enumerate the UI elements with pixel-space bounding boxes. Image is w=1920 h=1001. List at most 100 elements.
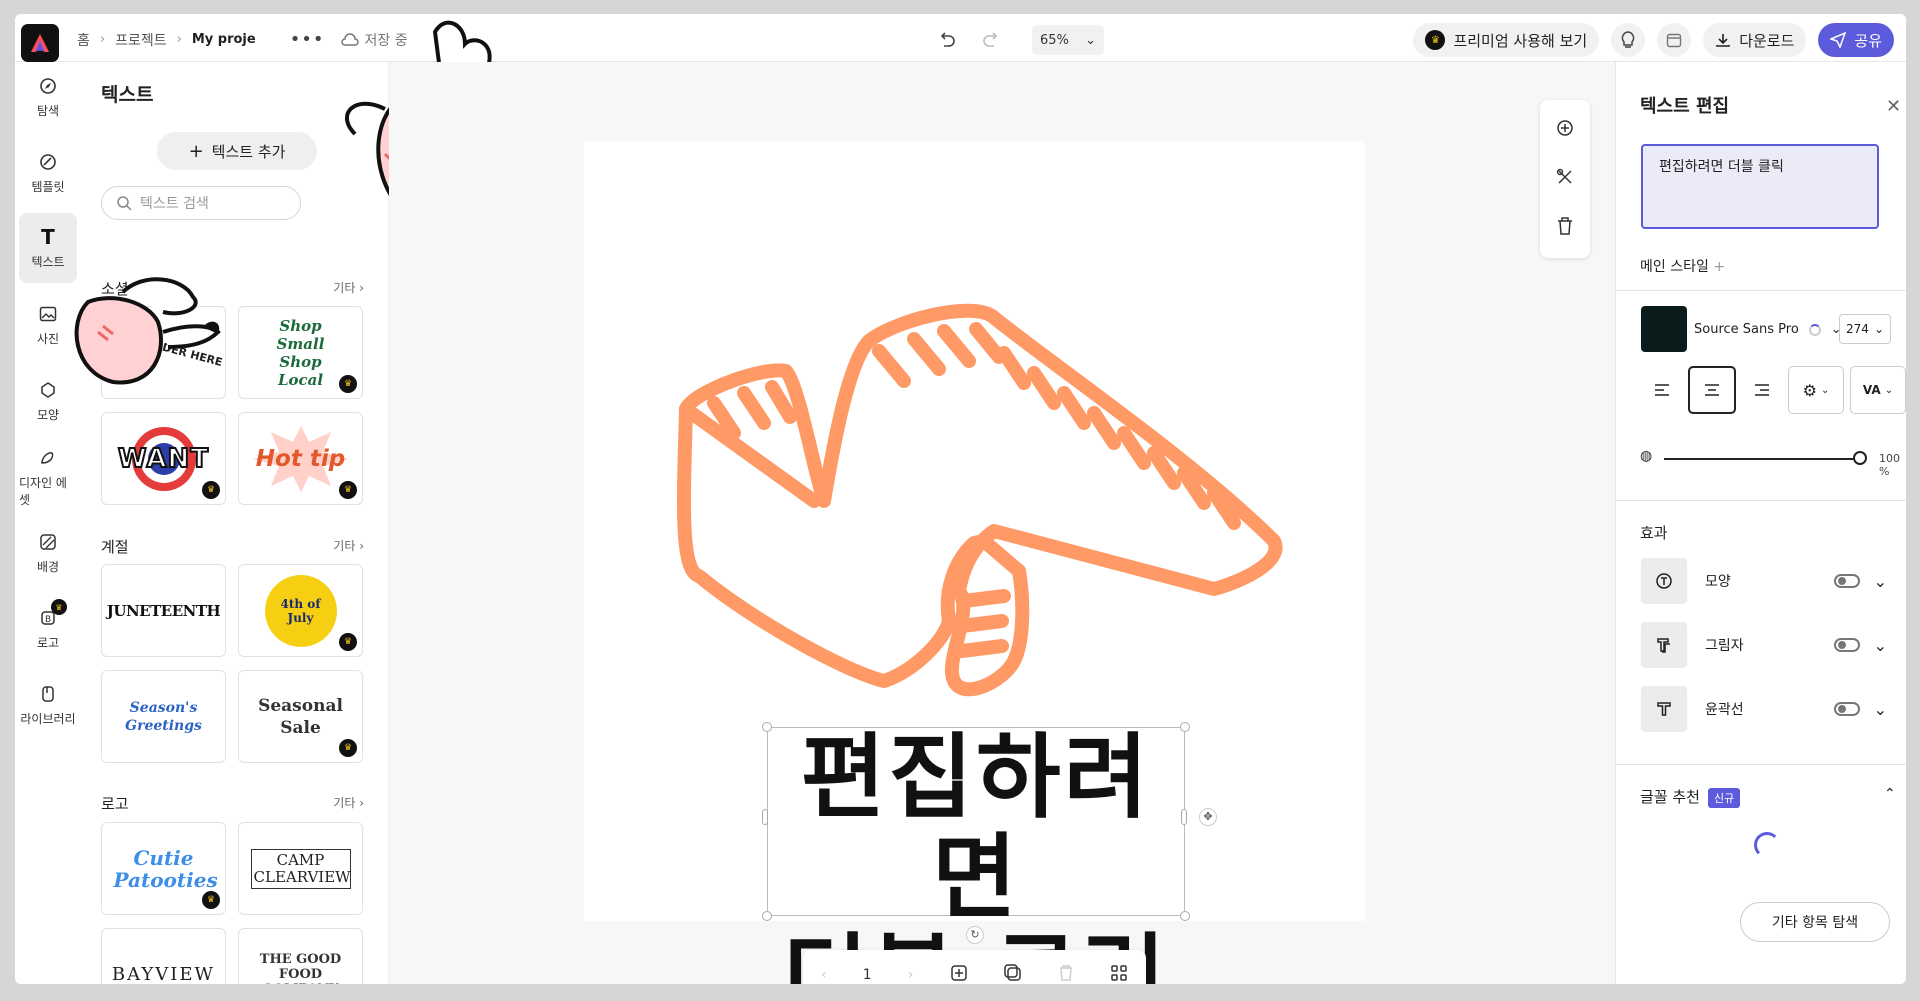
canvas-text-element[interactable]: 편집하려면 더블 클릭: [767, 728, 1185, 985]
breadcrumb-home[interactable]: 홈: [77, 30, 90, 50]
try-premium-button[interactable]: ♛ 프리미엄 사용해 보기: [1413, 23, 1600, 57]
top-bar: 홈 › 프로젝트 › My proje ••• 저장 중 65% ⌄ ♛ 프리미…: [15, 14, 1906, 62]
section-more-link[interactable]: 기타 ›: [333, 794, 364, 811]
duplicate-page-icon[interactable]: [1003, 964, 1022, 984]
redo-icon[interactable]: [978, 27, 1004, 53]
chevron-down-icon: ⌄: [1884, 384, 1894, 396]
effect-row-outline[interactable]: 윤곽선 ⌄: [1641, 686, 1887, 732]
align-right-button[interactable]: [1738, 366, 1786, 414]
text-template-tile[interactable]: JUNETEENTH: [101, 564, 226, 657]
left-rail: 탐색 템플릿 T 텍스트 사진 모양 디자인 에셋 배경 B ♛ 로고 라이브러…: [15, 62, 79, 984]
shape-toggle[interactable]: [1833, 574, 1860, 588]
text-template-tile[interactable]: BAYVIEW ♛: [101, 928, 226, 984]
rail-item-templates[interactable]: 템플릿: [19, 138, 77, 208]
move-handle-icon[interactable]: ✥: [1199, 808, 1217, 826]
breadcrumb-project-name[interactable]: My proje: [192, 32, 256, 47]
crown-icon: ♛: [202, 481, 220, 499]
section-more-link[interactable]: 기타 ›: [333, 279, 364, 296]
font-family-select[interactable]: Source Sans Pro ⌄: [1694, 322, 1842, 337]
outline-toggle[interactable]: [1833, 702, 1860, 716]
rail-item-background[interactable]: 배경: [19, 518, 77, 588]
text-template-tile[interactable]: Season's Greetings: [101, 670, 226, 763]
prev-page-icon[interactable]: ‹: [821, 967, 827, 983]
adobe-express-logo[interactable]: [21, 24, 59, 62]
chevron-down-icon[interactable]: ⌄: [1874, 700, 1887, 719]
rail-item-library[interactable]: 라이브러리: [19, 670, 77, 740]
text-template-tile[interactable]: THE GOOD FOOD COMPANY: [238, 928, 363, 984]
next-page-icon[interactable]: ›: [908, 967, 914, 983]
share-button[interactable]: 공유: [1818, 23, 1894, 57]
opacity-icon: ◍: [1640, 448, 1653, 464]
opacity-value[interactable]: 100 %: [1879, 452, 1906, 478]
align-center-button[interactable]: [1688, 366, 1736, 414]
crown-icon: ♛: [202, 891, 220, 909]
plus-icon: +: [1713, 259, 1726, 275]
text-shape-icon: [1641, 558, 1687, 604]
loading-icon: [1808, 323, 1821, 336]
crown-icon: ♛: [339, 481, 357, 499]
effects-title: 효과: [1640, 524, 1668, 542]
stairs-graphic[interactable]: [584, 141, 1365, 701]
text-template-tile[interactable]: Shop Small Shop Local ♛: [238, 306, 363, 399]
chevron-down-icon: ⌄: [1085, 32, 1096, 48]
text-outline-icon: [1641, 686, 1687, 732]
text-shadow-icon: [1641, 622, 1687, 668]
text-style-dropdown[interactable]: ⚙ ⌄: [1788, 366, 1844, 414]
plus-icon: +: [188, 140, 204, 162]
opacity-slider-knob[interactable]: [1853, 451, 1867, 465]
font-size-select[interactable]: 274 ⌄: [1839, 314, 1891, 344]
download-button[interactable]: 다운로드: [1703, 23, 1807, 57]
loading-spinner: [1754, 832, 1780, 858]
text-content-field[interactable]: 편집하려면 더블 클릭: [1641, 144, 1879, 229]
text-template-tile[interactable]: Hot tip ♛: [238, 412, 363, 505]
text-template-tile[interactable]: CAMP CLEARVIEW: [238, 822, 363, 915]
chevron-down-icon[interactable]: ⌄: [1874, 636, 1887, 655]
text-template-tile[interactable]: WANT ♛: [101, 412, 226, 505]
shadow-toggle[interactable]: [1833, 638, 1860, 652]
chevron-down-icon[interactable]: ⌄: [1874, 572, 1887, 591]
trash-icon[interactable]: [1556, 216, 1574, 240]
duplicate-icon[interactable]: [1555, 118, 1575, 142]
text-icon: T: [41, 225, 55, 249]
text-template-tile[interactable]: Seasonal Sale ♛: [238, 670, 363, 763]
text-template-tile[interactable]: 4th of July ♛: [238, 564, 363, 657]
main-style-label[interactable]: 메인 스타일 +: [1640, 256, 1725, 276]
delete-page-icon[interactable]: [1058, 964, 1074, 984]
grid-view-icon[interactable]: [1110, 964, 1128, 984]
rail-item-logo[interactable]: B ♛ 로고: [19, 594, 77, 664]
arrange-icon[interactable]: [1555, 167, 1575, 191]
chevron-up-icon[interactable]: ⌃: [1884, 786, 1896, 802]
calendar-icon[interactable]: [1657, 23, 1692, 57]
history-zoom-group: 65% ⌄: [934, 25, 1104, 55]
align-right-icon: [1755, 384, 1769, 396]
crown-icon: ♛: [51, 599, 67, 615]
undo-icon[interactable]: [934, 27, 960, 53]
divider: [1616, 764, 1906, 765]
rail-item-explore[interactable]: 탐색: [19, 62, 77, 132]
letter-spacing-dropdown[interactable]: VA ⌄: [1850, 366, 1906, 414]
search-icon: [117, 196, 132, 211]
zoom-dropdown[interactable]: 65% ⌄: [1032, 25, 1104, 55]
effect-row-shadow[interactable]: 그림자 ⌄: [1641, 622, 1887, 668]
add-page-icon[interactable]: [950, 964, 968, 984]
add-text-button[interactable]: + 텍스트 추가: [157, 132, 317, 170]
design-asset-icon: [37, 447, 59, 469]
crown-icon: ♛: [339, 633, 357, 651]
close-icon[interactable]: ✕: [1886, 96, 1901, 117]
explore-more-button[interactable]: 기타 항목 탐색: [1740, 902, 1890, 942]
page-number[interactable]: 1: [863, 967, 872, 983]
rail-item-design-assets[interactable]: 디자인 에셋: [19, 442, 77, 512]
lightbulb-icon[interactable]: [1611, 23, 1646, 57]
breadcrumb-projects[interactable]: 프로젝트: [115, 30, 167, 50]
effect-row-shape[interactable]: 모양 ⌄: [1641, 558, 1887, 604]
text-color-swatch[interactable]: [1641, 306, 1687, 352]
align-center-icon: [1705, 384, 1719, 396]
section-more-link[interactable]: 기타 ›: [333, 537, 364, 554]
text-search-input[interactable]: 텍스트 검색: [101, 186, 301, 220]
divider: [1616, 290, 1906, 291]
text-template-tile[interactable]: Cutie Patooties ♛: [101, 822, 226, 915]
opacity-slider-track[interactable]: [1664, 458, 1859, 460]
font-recommend-title[interactable]: 글꼴 추천 신규: [1640, 786, 1741, 808]
page-navigator: ‹ 1 ›: [803, 950, 1146, 984]
align-left-button[interactable]: [1638, 366, 1686, 414]
